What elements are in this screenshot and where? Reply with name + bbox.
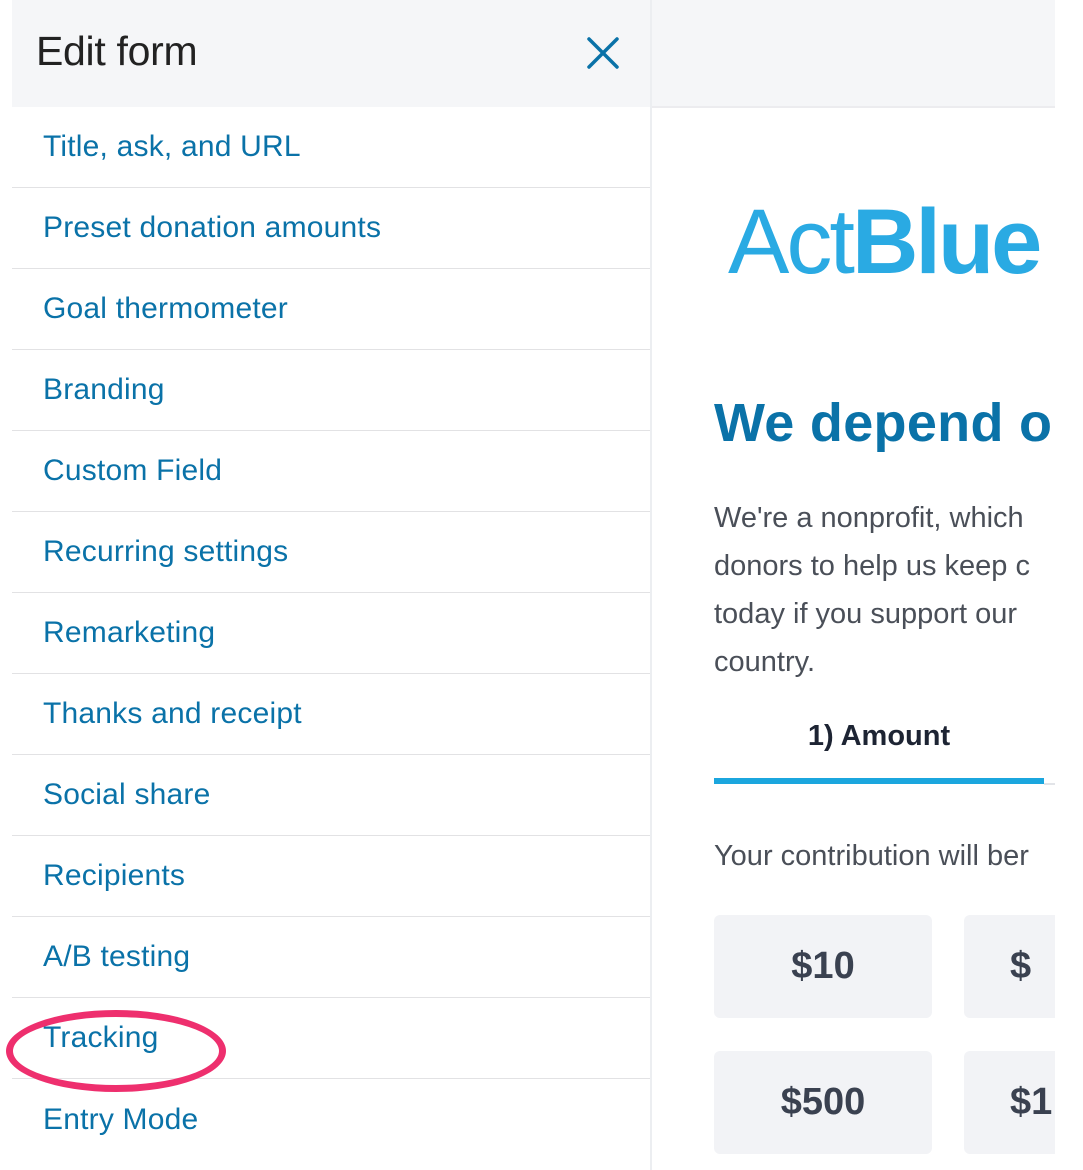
menu-item-entry-mode[interactable]: Entry Mode bbox=[12, 1079, 650, 1160]
actblue-logo: ActBlue bbox=[728, 196, 1042, 288]
menu-item-remarketing[interactable]: Remarketing bbox=[12, 593, 650, 674]
menu-item-recipients[interactable]: Recipients bbox=[12, 836, 650, 917]
amount-button[interactable]: $1 bbox=[964, 1051, 1055, 1154]
menu-item-title-ask-url[interactable]: Title, ask, and URL bbox=[12, 107, 650, 188]
menu-item-label: Title, ask, and URL bbox=[43, 130, 301, 163]
menu-item-thanks-and-receipt[interactable]: Thanks and receipt bbox=[12, 674, 650, 755]
close-icon bbox=[587, 37, 619, 69]
menu-item-label: Remarketing bbox=[43, 616, 216, 649]
menu-item-preset-donation-amounts[interactable]: Preset donation amounts bbox=[12, 188, 650, 269]
logo-bold-part: Blue bbox=[851, 191, 1042, 293]
panel-header: Edit form bbox=[12, 0, 650, 107]
menu-item-branding[interactable]: Branding bbox=[12, 350, 650, 431]
panel-title: Edit form bbox=[36, 28, 198, 74]
menu-item-recurring-settings[interactable]: Recurring settings bbox=[12, 512, 650, 593]
close-button[interactable] bbox=[582, 32, 624, 74]
menu-item-tracking[interactable]: Tracking bbox=[12, 998, 650, 1079]
step-tab-active-indicator bbox=[714, 778, 1044, 784]
intro-line: donors to help us keep c bbox=[714, 550, 1030, 582]
step-tab-amount[interactable]: 1) Amount bbox=[714, 720, 1044, 753]
logo-light-part: Act bbox=[728, 191, 855, 293]
menu-item-label: Branding bbox=[43, 373, 165, 406]
contribution-text: Your contribution will ber bbox=[714, 840, 1029, 872]
menu-item-label: Goal thermometer bbox=[43, 292, 288, 325]
menu-item-label: Thanks and receipt bbox=[43, 697, 302, 730]
intro-line: today if you support our bbox=[714, 598, 1018, 630]
preview-topbar bbox=[652, 0, 1055, 108]
menu-item-social-share[interactable]: Social share bbox=[12, 755, 650, 836]
menu-item-label: A/B testing bbox=[43, 940, 191, 973]
amount-button[interactable]: $ bbox=[964, 915, 1055, 1018]
edit-form-panel: Edit form Title, ask, and URL Preset don… bbox=[6, 0, 650, 1170]
menu-item-ab-testing[interactable]: A/B testing bbox=[12, 917, 650, 998]
edit-menu: Title, ask, and URL Preset donation amou… bbox=[12, 107, 650, 1160]
amount-button[interactable]: $500 bbox=[714, 1051, 932, 1154]
menu-item-label: Recipients bbox=[43, 859, 186, 892]
step-tabs-rule bbox=[1044, 783, 1055, 785]
menu-item-label: Preset donation amounts bbox=[43, 211, 382, 244]
intro-line: We're a nonprofit, which bbox=[714, 502, 1024, 534]
form-preview: ActBlue We depend o We're a nonprofit, w… bbox=[652, 0, 1055, 1170]
form-headline: We depend o bbox=[714, 393, 1053, 453]
menu-item-label: Recurring settings bbox=[43, 535, 289, 568]
menu-item-label: Social share bbox=[43, 778, 211, 811]
menu-item-label: Entry Mode bbox=[43, 1102, 199, 1136]
menu-item-label: Tracking bbox=[43, 1021, 159, 1054]
intro-line: country. bbox=[714, 646, 816, 678]
menu-item-label: Custom Field bbox=[43, 454, 223, 487]
menu-item-goal-thermometer[interactable]: Goal thermometer bbox=[12, 269, 650, 350]
menu-item-custom-field[interactable]: Custom Field bbox=[12, 431, 650, 512]
form-intro-text: We're a nonprofit, which donors to help … bbox=[714, 494, 1055, 686]
amount-button[interactable]: $10 bbox=[714, 915, 932, 1018]
